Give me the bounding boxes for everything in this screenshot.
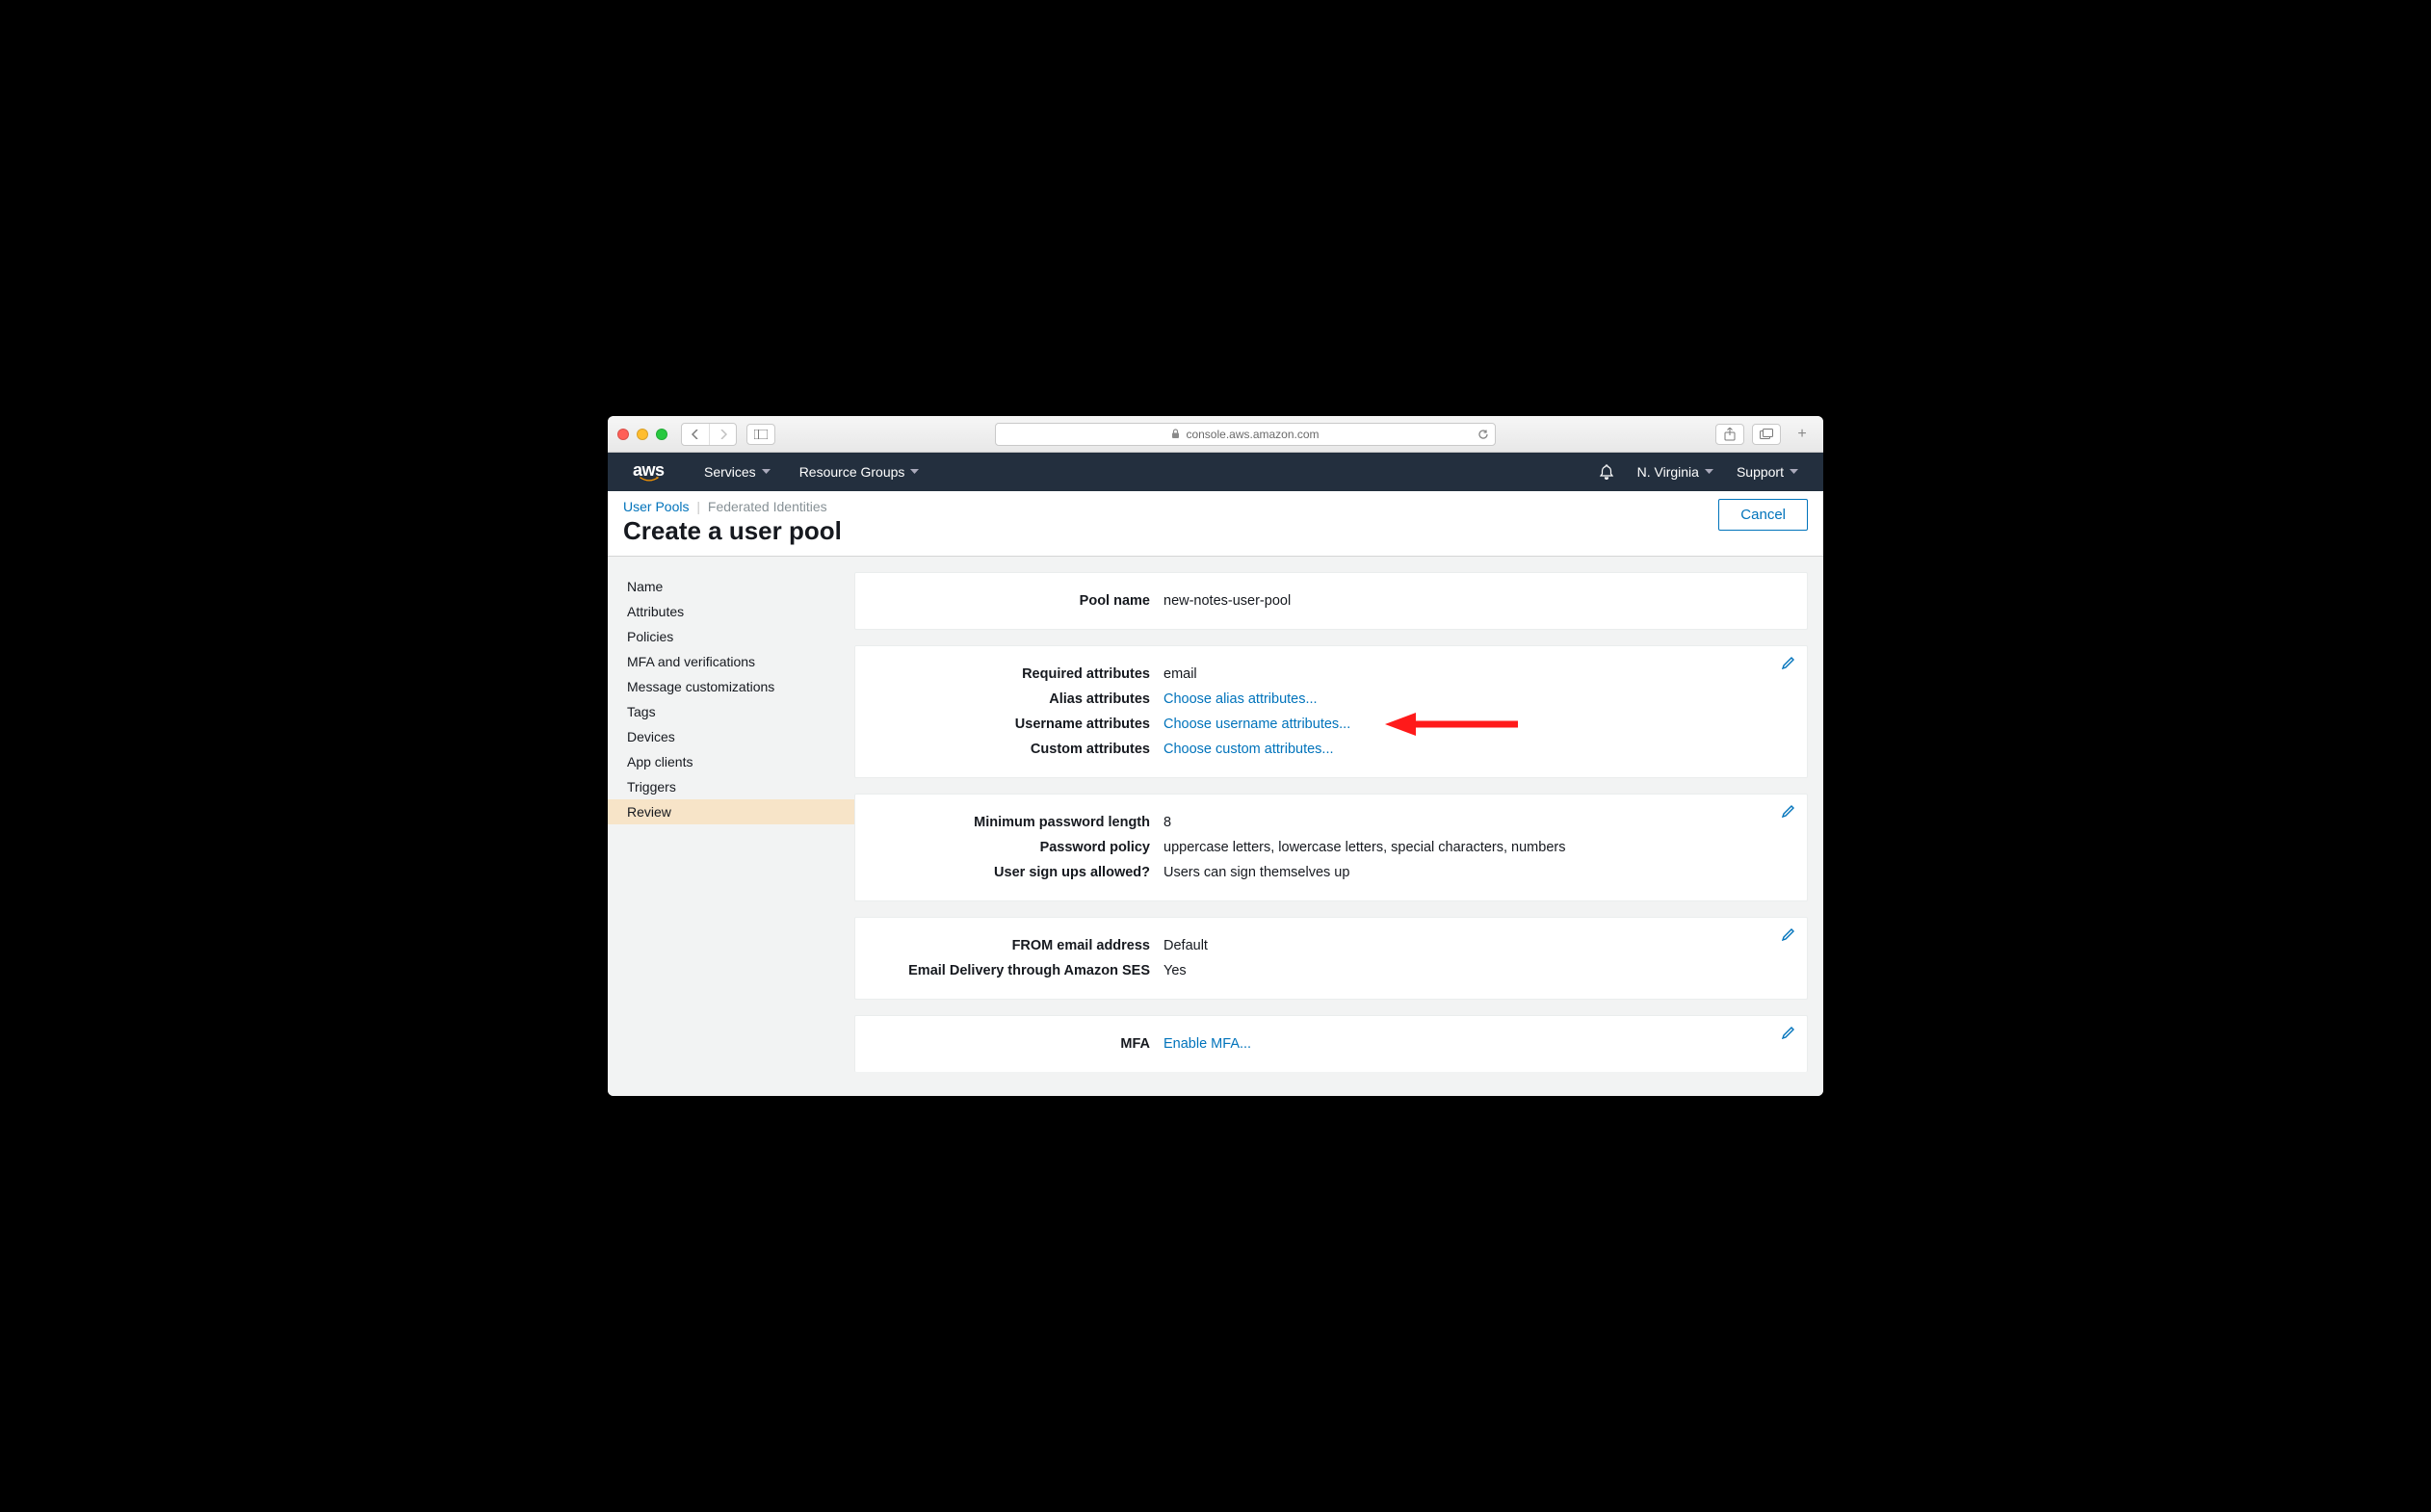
sidebar-item-attributes[interactable]: Attributes (608, 599, 854, 624)
resource-groups-menu[interactable]: Resource Groups (799, 464, 920, 480)
alias-attributes-link[interactable]: Choose alias attributes... (1163, 691, 1318, 707)
from-email-label: FROM email address (865, 938, 1163, 953)
from-email-value: Default (1163, 938, 1790, 953)
signups-label: User sign ups allowed? (865, 865, 1163, 880)
username-attributes-link[interactable]: Choose username attributes... (1163, 717, 1350, 732)
page-header: User Pools | Federated Identities Create… (608, 491, 1823, 557)
username-attr-label: Username attributes (865, 717, 1163, 732)
review-content: Pool name new-notes-user-pool Required a… (854, 557, 1823, 1096)
pool-name-label: Pool name (865, 593, 1163, 609)
chevron-down-icon (1705, 469, 1713, 475)
tabs-button[interactable] (1752, 424, 1781, 445)
window-maximize-button[interactable] (656, 429, 667, 440)
cancel-button[interactable]: Cancel (1718, 499, 1808, 531)
chevron-down-icon (1790, 469, 1798, 475)
edit-policies-button[interactable] (1782, 804, 1795, 818)
min-password-label: Minimum password length (865, 815, 1163, 830)
safari-toolbar: console.aws.amazon.com + (608, 416, 1823, 453)
page-body: Name Attributes Policies MFA and verific… (608, 557, 1823, 1096)
breadcrumb-user-pools[interactable]: User Pools (623, 499, 689, 514)
required-attr-value: email (1163, 666, 1790, 682)
required-attr-label: Required attributes (865, 666, 1163, 682)
ses-label: Email Delivery through Amazon SES (865, 963, 1163, 978)
new-tab-button[interactable]: + (1791, 426, 1814, 443)
breadcrumb-federated[interactable]: Federated Identities (708, 499, 827, 514)
pencil-icon (1782, 927, 1795, 941)
lock-icon (1171, 429, 1180, 439)
window-controls (617, 429, 667, 440)
annotation-arrow-icon (1385, 711, 1520, 738)
nav-buttons (681, 423, 737, 446)
sidebar-item-tags[interactable]: Tags (608, 699, 854, 724)
pencil-icon (1782, 1026, 1795, 1039)
ses-value: Yes (1163, 963, 1790, 978)
card-policies: Minimum password length 8 Password polic… (854, 794, 1808, 901)
edit-email-button[interactable] (1782, 927, 1795, 941)
notifications-icon[interactable] (1599, 464, 1614, 480)
window-close-button[interactable] (617, 429, 629, 440)
edit-attributes-button[interactable] (1782, 656, 1795, 669)
sidebar-toggle-button[interactable] (746, 424, 775, 445)
enable-mfa-link[interactable]: Enable MFA... (1163, 1036, 1251, 1052)
aws-logo[interactable]: aws (633, 461, 666, 482)
share-button[interactable] (1715, 424, 1744, 445)
pencil-icon (1782, 656, 1795, 669)
signups-value: Users can sign themselves up (1163, 865, 1790, 880)
sidebar-item-devices[interactable]: Devices (608, 724, 854, 749)
min-password-value: 8 (1163, 815, 1790, 830)
sidebar-item-mfa[interactable]: MFA and verifications (608, 649, 854, 674)
window-minimize-button[interactable] (637, 429, 648, 440)
chevron-down-icon (910, 469, 919, 475)
sidebar-item-review[interactable]: Review (608, 799, 854, 824)
aws-smile-icon (633, 477, 666, 482)
card-attributes: Required attributes email Alias attribut… (854, 645, 1808, 778)
custom-attributes-link[interactable]: Choose custom attributes... (1163, 742, 1334, 757)
browser-window: console.aws.amazon.com + aws Services (608, 416, 1823, 1096)
sidebar-item-message[interactable]: Message customizations (608, 674, 854, 699)
card-mfa: MFA Enable MFA... (854, 1015, 1808, 1072)
pool-name-value: new-notes-user-pool (1163, 593, 1790, 609)
sidebar-item-name[interactable]: Name (608, 574, 854, 599)
sidebar-item-triggers[interactable]: Triggers (608, 774, 854, 799)
edit-mfa-button[interactable] (1782, 1026, 1795, 1039)
services-menu[interactable]: Services (704, 464, 771, 480)
chevron-down-icon (762, 469, 771, 475)
pencil-icon (1782, 804, 1795, 818)
url-text: console.aws.amazon.com (1186, 428, 1319, 441)
mfa-label: MFA (865, 1036, 1163, 1052)
address-bar[interactable]: console.aws.amazon.com (995, 423, 1496, 446)
region-menu[interactable]: N. Virginia (1637, 464, 1713, 480)
password-policy-label: Password policy (865, 840, 1163, 855)
wizard-sidebar: Name Attributes Policies MFA and verific… (608, 557, 854, 1096)
support-menu[interactable]: Support (1737, 464, 1798, 480)
custom-attr-label: Custom attributes (865, 742, 1163, 757)
aws-header: aws Services Resource Groups (608, 453, 1823, 491)
password-policy-value: uppercase letters, lowercase letters, sp… (1163, 840, 1790, 855)
breadcrumb: User Pools | Federated Identities (623, 499, 842, 514)
forward-button[interactable] (709, 424, 736, 445)
card-name: Pool name new-notes-user-pool (854, 572, 1808, 630)
sidebar-item-policies[interactable]: Policies (608, 624, 854, 649)
back-button[interactable] (682, 424, 709, 445)
alias-attr-label: Alias attributes (865, 691, 1163, 707)
card-email: FROM email address Default Email Deliver… (854, 917, 1808, 1000)
reload-button[interactable] (1477, 429, 1489, 440)
sidebar-item-appclients[interactable]: App clients (608, 749, 854, 774)
page-title: Create a user pool (623, 516, 842, 546)
